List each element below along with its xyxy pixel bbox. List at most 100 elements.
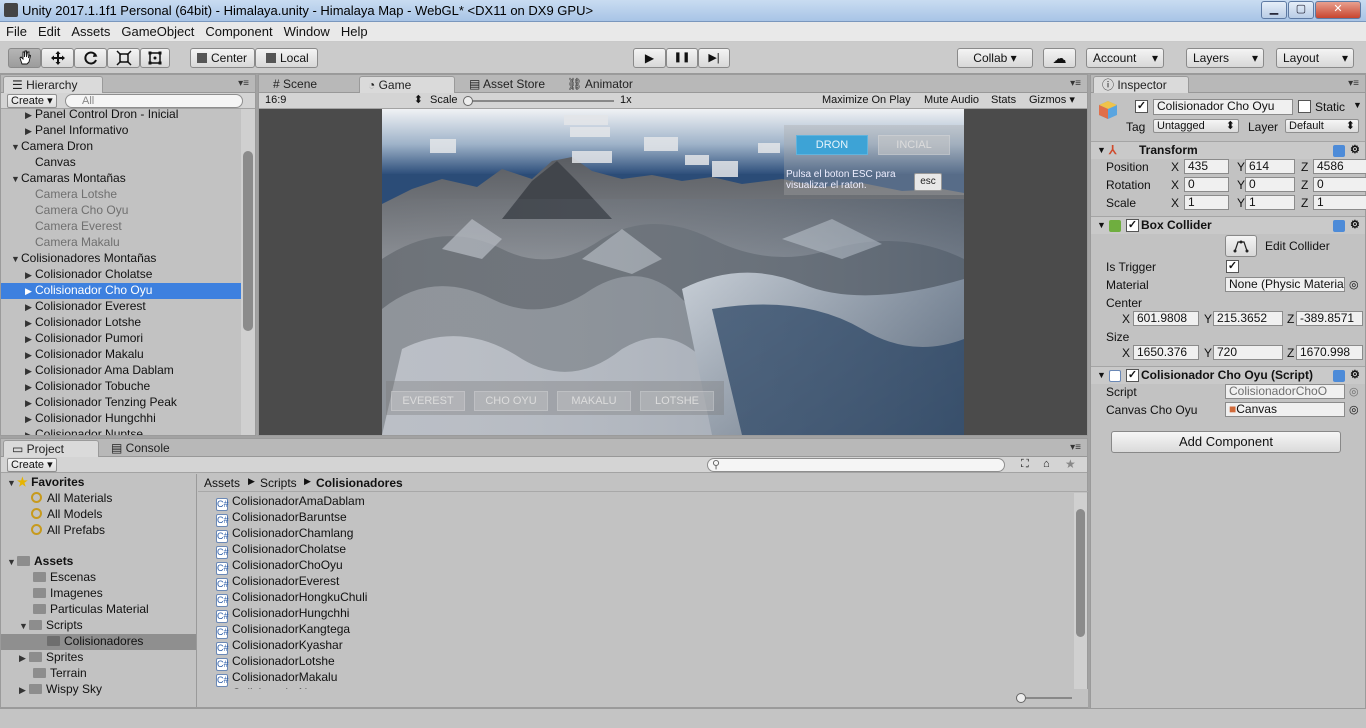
box-collider-header[interactable]: ▼ ✓ Box Collider ⚙ bbox=[1091, 216, 1365, 234]
lotshe-button[interactable]: LOTSHE bbox=[640, 391, 714, 411]
project-menu-icon[interactable]: ▾≡ bbox=[1070, 442, 1081, 453]
file-list-item[interactable]: C# ColisionadorLotshe bbox=[198, 654, 1073, 671]
expand-right-icon[interactable]: ▶ bbox=[25, 380, 35, 395]
file-list-item[interactable]: C# ColisionadorBaruntse bbox=[198, 510, 1073, 527]
favorites-header[interactable]: ▼★ Favorites bbox=[1, 475, 196, 491]
script-enabled-checkbox[interactable]: ✓ bbox=[1126, 369, 1139, 382]
expand-right-icon[interactable]: ▶ bbox=[25, 316, 35, 331]
gear-icon[interactable]: ⚙ bbox=[1350, 367, 1360, 384]
expand-down-icon[interactable]: ▼ bbox=[11, 140, 21, 155]
icon-size-slider-track[interactable] bbox=[1020, 697, 1072, 699]
hierarchy-row[interactable]: ▶ Panel Control Dron - Inicial bbox=[1, 109, 241, 123]
static-checkbox[interactable] bbox=[1298, 100, 1311, 113]
folder-scripts[interactable]: ▼ Scripts bbox=[1, 618, 196, 634]
scale-tool-button[interactable] bbox=[107, 48, 140, 68]
hierarchy-create-dropdown[interactable]: Create ▾ bbox=[7, 94, 57, 108]
hierarchy-row[interactable]: Camera Lotshe bbox=[1, 187, 241, 203]
pause-button[interactable]: ❚❚ bbox=[666, 48, 698, 68]
folder-sprites[interactable]: ▶ Sprites bbox=[1, 650, 196, 666]
hierarchy-row[interactable]: Canvas bbox=[1, 155, 241, 171]
step-button[interactable]: ▶| bbox=[698, 48, 730, 68]
folder-terrain[interactable]: Terrain bbox=[1, 666, 196, 682]
filter-label-icon[interactable]: ⌂ bbox=[1043, 458, 1050, 470]
static-dropdown-arrow[interactable]: ▼ bbox=[1353, 100, 1362, 110]
move-tool-button[interactable] bbox=[41, 48, 74, 68]
expand-right-icon[interactable]: ▶ bbox=[25, 396, 35, 411]
help-book-icon[interactable] bbox=[1333, 370, 1345, 382]
maximize-button[interactable]: ▢ bbox=[1288, 1, 1314, 19]
help-book-icon[interactable] bbox=[1333, 145, 1345, 157]
filter-type-icon[interactable]: ⛶ bbox=[1021, 458, 1029, 471]
menu-component[interactable]: Component bbox=[199, 22, 277, 39]
gizmos-dropdown[interactable]: Gizmos ▾ bbox=[1029, 94, 1075, 107]
everest-button[interactable]: EVEREST bbox=[391, 391, 465, 411]
center-x-field[interactable]: 601.9808 bbox=[1133, 311, 1199, 326]
file-list-item[interactable]: C# ColisionadorKangtega bbox=[198, 622, 1073, 639]
expand-down-icon[interactable]: ▼ bbox=[11, 172, 21, 187]
file-list-item[interactable]: C# ColisionadorAmaDablam bbox=[198, 494, 1073, 511]
hierarchy-row[interactable]: ▼Colisionadores Montañas bbox=[1, 251, 241, 267]
hierarchy-scrollbar[interactable] bbox=[241, 109, 255, 435]
file-list-item[interactable]: C# ColisionadorChamlang bbox=[198, 526, 1073, 543]
tab-animator[interactable]: ⛓ Animator bbox=[559, 76, 649, 93]
menu-window[interactable]: Window bbox=[278, 22, 335, 39]
add-component-button[interactable]: Add Component bbox=[1111, 431, 1341, 453]
position-z-field[interactable]: 4586 bbox=[1313, 159, 1366, 174]
gear-icon[interactable]: ⚙ bbox=[1350, 217, 1360, 234]
close-button[interactable]: ✕ bbox=[1315, 1, 1361, 19]
scale-x-field[interactable]: 1 bbox=[1184, 195, 1229, 210]
scale-y-field[interactable]: 1 bbox=[1245, 195, 1295, 210]
folder-particulas-material[interactable]: Particulas Material bbox=[1, 602, 196, 618]
canvas-picker-icon[interactable]: ◎ bbox=[1349, 403, 1359, 416]
expand-right-icon[interactable]: ▶ bbox=[25, 364, 35, 379]
file-list-item[interactable]: C# ColisionadorChoOyu bbox=[198, 558, 1073, 575]
scale-z-field[interactable]: 1 bbox=[1313, 195, 1366, 210]
size-y-field[interactable]: 720 bbox=[1213, 345, 1283, 360]
inicial-button[interactable]: INCIAL bbox=[878, 135, 950, 155]
hierarchy-row[interactable]: ▶ Colisionador Tenzing Peak bbox=[1, 395, 241, 411]
expand-right-icon[interactable]: ▶ bbox=[25, 124, 35, 139]
position-x-field[interactable]: 435 bbox=[1184, 159, 1229, 174]
game-viewport[interactable]: DRON INCIAL Pulsa el boton ESC para visu… bbox=[382, 109, 964, 435]
play-button[interactable]: ▶ bbox=[633, 48, 666, 68]
hierarchy-row[interactable]: ▶ Panel Informativo bbox=[1, 123, 241, 139]
expand-right-icon[interactable]: ▶ bbox=[25, 412, 35, 427]
position-y-field[interactable]: 614 bbox=[1245, 159, 1295, 174]
material-field[interactable]: None (Physic Materia bbox=[1225, 277, 1345, 292]
expand-right-icon[interactable]: ▶ bbox=[25, 109, 35, 123]
game-panel-menu-icon[interactable]: ▾≡ bbox=[1070, 78, 1081, 89]
center-y-field[interactable]: 215.3652 bbox=[1213, 311, 1283, 326]
rect-tool-button[interactable] bbox=[140, 48, 170, 68]
file-list-item[interactable]: C# ColisionadorHungchhi bbox=[198, 606, 1073, 623]
canvas-field[interactable]: ■Canvas bbox=[1225, 402, 1345, 417]
hierarchy-row[interactable]: Camera Makalu bbox=[1, 235, 241, 251]
layers-dropdown[interactable]: Layers ▾ bbox=[1186, 48, 1264, 68]
rotation-y-field[interactable]: 0 bbox=[1245, 177, 1295, 192]
file-list-item[interactable]: C# ColisionadorEverest bbox=[198, 574, 1073, 591]
script-component-header[interactable]: ▼ ✓ Colisionador Cho Oyu (Script) ⚙ bbox=[1091, 366, 1365, 384]
folder-colisionadores[interactable]: Colisionadores bbox=[1, 634, 196, 650]
expand-right-icon[interactable]: ▶ bbox=[25, 268, 35, 283]
scale-slider-track[interactable] bbox=[466, 100, 614, 102]
stats-toggle[interactable]: Stats bbox=[991, 94, 1016, 107]
rotation-z-field[interactable]: 0 bbox=[1313, 177, 1366, 192]
icon-size-slider-thumb[interactable] bbox=[1016, 693, 1026, 703]
expand-right-icon[interactable]: ▶ bbox=[25, 300, 35, 315]
inspector-menu-icon[interactable]: ▾≡ bbox=[1348, 78, 1359, 89]
cho-oyu-button[interactable]: CHO OYU bbox=[474, 391, 548, 411]
tab-inspector[interactable]: ⓘ Inspector bbox=[1093, 76, 1189, 93]
tab-hierarchy[interactable]: ☰ Hierarchy bbox=[3, 76, 103, 93]
gameobject-name-field[interactable]: Colisionador Cho Oyu bbox=[1153, 99, 1293, 115]
maximize-on-play-toggle[interactable]: Maximize On Play bbox=[822, 94, 911, 107]
hierarchy-row[interactable]: ▶ Colisionador Ama Dablam bbox=[1, 363, 241, 379]
pivot-center-toggle[interactable]: Center bbox=[190, 48, 255, 68]
layer-dropdown[interactable]: Default ⬍ bbox=[1285, 119, 1359, 133]
file-list-item[interactable]: C# ColisionadorHongkuChuli bbox=[198, 590, 1073, 607]
object-picker-icon[interactable]: ◎ bbox=[1349, 278, 1359, 291]
breadcrumb-colisionadores[interactable]: Colisionadores bbox=[316, 476, 403, 490]
hierarchy-row[interactable]: Camera Everest bbox=[1, 219, 241, 235]
menu-gameobject[interactable]: GameObject bbox=[115, 22, 199, 39]
hierarchy-row[interactable]: ▶ Colisionador Pumori bbox=[1, 331, 241, 347]
hierarchy-row[interactable]: ▶ Colisionador Lotshe bbox=[1, 315, 241, 331]
hierarchy-row[interactable]: ▶ Colisionador Nuptse bbox=[1, 427, 241, 435]
